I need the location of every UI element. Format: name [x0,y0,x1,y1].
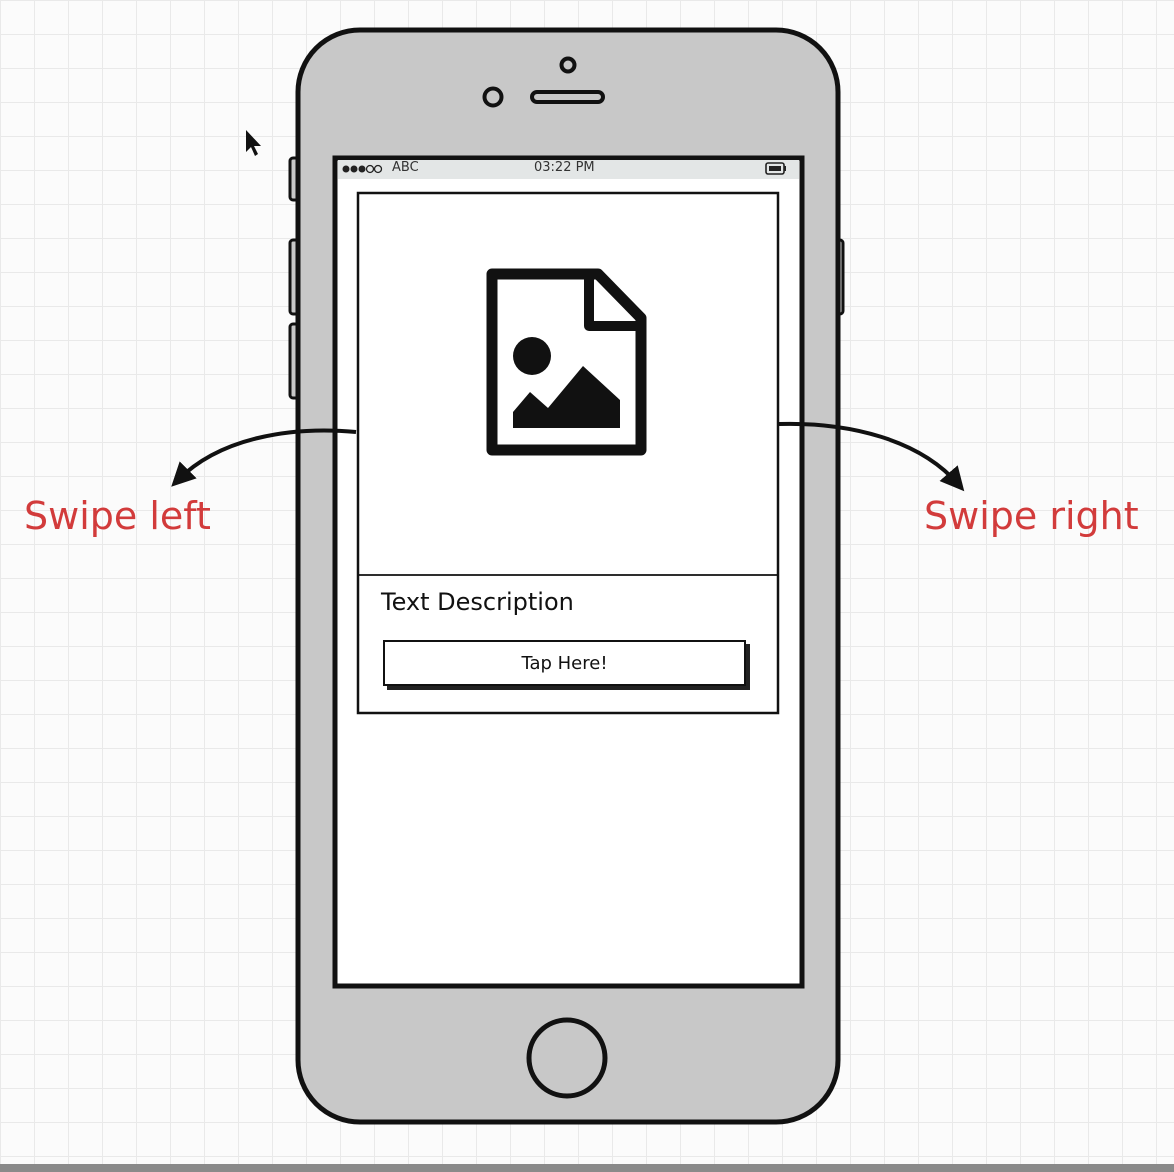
home-button[interactable] [526,1017,608,1099]
swipe-right-label: Swipe right [924,494,1139,538]
status-carrier: ABC [392,160,419,175]
swipe-left-label: Swipe left [24,494,211,538]
wireframe-canvas [171,27,965,1125]
tap-here-button[interactable]: Tap Here! [383,640,746,686]
mouse-cursor-icon [246,130,261,156]
sensor-icon [559,56,577,74]
front-camera-icon [482,86,504,108]
image-file-icon [486,268,647,456]
status-time: 03:22 PM [534,160,595,175]
earpiece-speaker [530,90,605,104]
card-description: Text Description [381,588,574,616]
bottom-scrollbar [0,1164,1174,1172]
